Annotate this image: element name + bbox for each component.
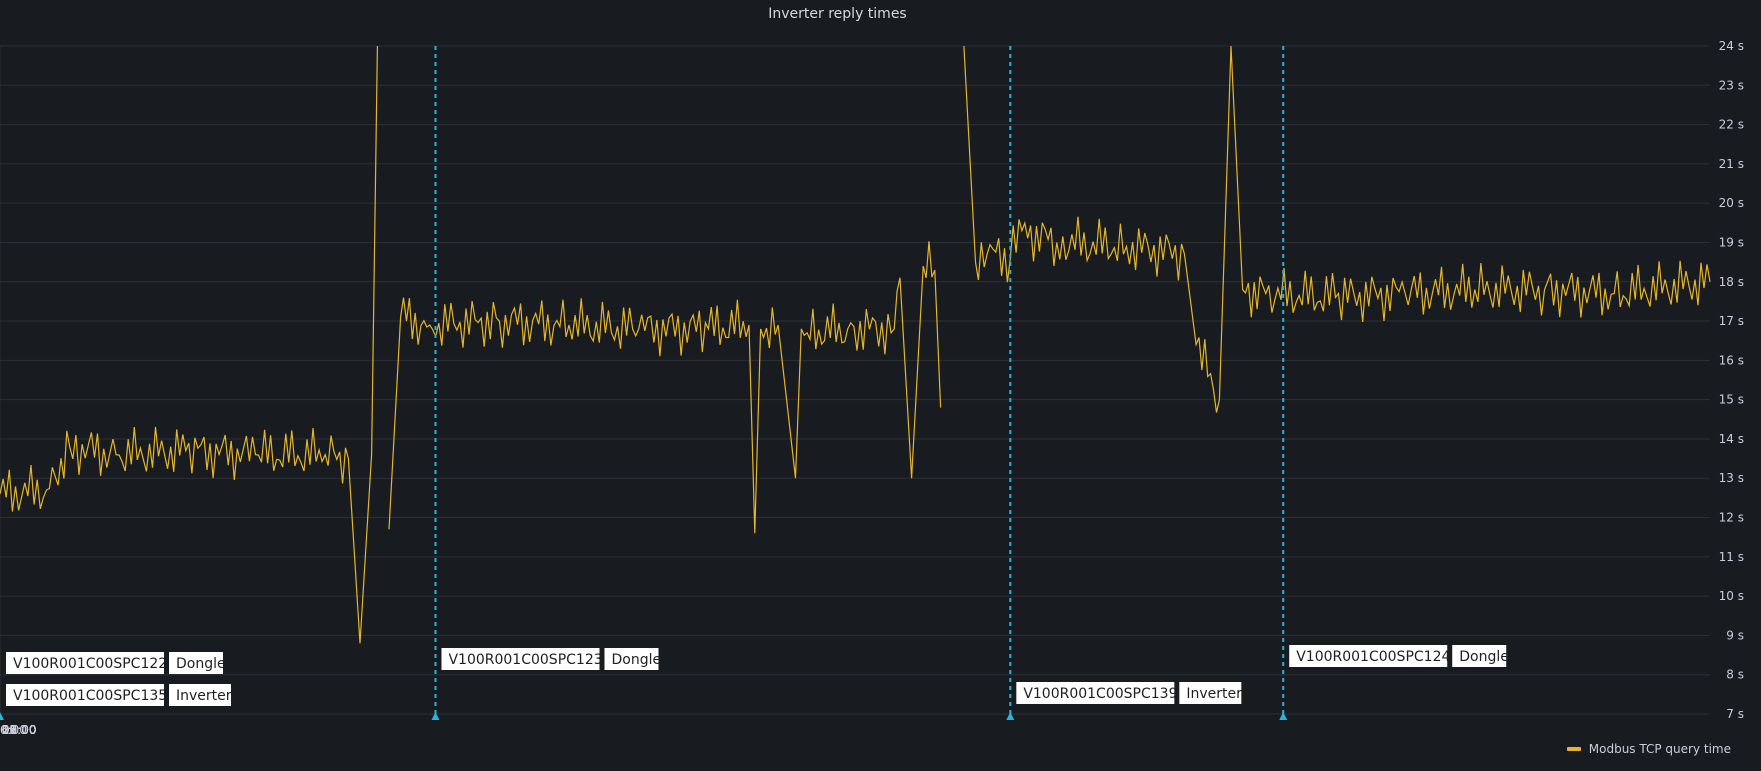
annotations: V100R001C00SPC122 Dongle V100R001C00SPC135… — [0, 46, 1509, 720]
annotation-marker — [0, 712, 4, 720]
y-tick-label: 21 s — [1719, 157, 1744, 171]
legend[interactable]: Modbus TCP query time — [1566, 742, 1731, 756]
grid — [0, 45, 1710, 715]
y-tick-label: 8 s — [1726, 668, 1744, 682]
y-tick-label: 22 s — [1719, 118, 1744, 132]
legend-label: Modbus TCP query time — [1588, 742, 1731, 756]
annotation-label: V100R001C00SPC124 Dongle — [1289, 645, 1509, 667]
y-tick-label: 18 s — [1719, 275, 1744, 289]
plot-area[interactable]: 7 s 8 s 9 s 10 s 11 s 12 s 13 s 14 s 15 s 16 s 17 … — [0, 0, 1761, 771]
y-tick-label: 16 s — [1719, 353, 1744, 367]
y-tick-label: 15 s — [1719, 393, 1744, 407]
annotation-label-text: V100R001C00SPC123 — [448, 652, 602, 668]
annotation-label: V100R001C00SPC122 Dongle — [6, 652, 226, 674]
y-tick-label: 7 s — [1726, 707, 1744, 721]
annotation-label-text: V100R001C00SPC122 — [13, 656, 167, 672]
chart-panel: Inverter reply times 7 s8 s9 s 10 s 11 s 12… — [0, 0, 1761, 771]
y-tick-label: 19 s — [1719, 235, 1744, 249]
y-tick-label: 23 s — [1719, 78, 1744, 92]
x-tick-label: 12/10 03:00 — [0, 723, 36, 737]
annotation-label-text: V100R001C00SPC124 — [1296, 649, 1450, 665]
y-tick-label: 13 s — [1719, 471, 1744, 485]
y-tick-label: 10 s — [1719, 589, 1744, 603]
series-layer — [0, 45, 1711, 644]
y-tick-label: 12 s — [1719, 511, 1744, 525]
annotation-label: V100R001C00SPC135 Inverter — [6, 684, 232, 706]
y-tick-label: 24 s — [1719, 39, 1744, 53]
annotation-label-text: Dongle — [1459, 649, 1509, 665]
annotation-label: V100R001C00SPC139 Inverter — [1016, 682, 1242, 704]
annotation-label-text: Inverter — [176, 688, 232, 704]
annotation-label-text: Inverter — [1186, 686, 1242, 702]
legend-swatch — [1566, 747, 1581, 751]
annotation-label: V100R001C00SPC123 Dongle — [441, 648, 661, 670]
series-line — [0, 45, 1711, 644]
annotation-marker — [1006, 712, 1015, 720]
y-tick-label: 14 s — [1719, 432, 1744, 446]
annotation-label-text: V100R001C00SPC135 — [13, 688, 167, 704]
annotation-label-text: Dongle — [611, 652, 661, 668]
y-tick-label: 9 s — [1726, 628, 1744, 642]
annotation-marker — [431, 712, 440, 720]
y-tick-label: 17 s — [1719, 314, 1744, 328]
y-axis: 7 s 8 s 9 s 10 s 11 s 12 s 13 s 14 s 15 s 16 s 17 … — [1719, 39, 1744, 721]
annotation-marker — [1279, 712, 1288, 720]
y-tick-label: 20 s — [1719, 196, 1744, 210]
annotation-label-text: V100R001C00SPC139 — [1023, 686, 1177, 702]
annotation-label-text: Dongle — [176, 656, 226, 672]
x-axis: 08 06:0012/08 09:0012/08 12:0012/08 15:0… — [0, 723, 36, 737]
y-tick-label: 11 s — [1719, 550, 1744, 564]
